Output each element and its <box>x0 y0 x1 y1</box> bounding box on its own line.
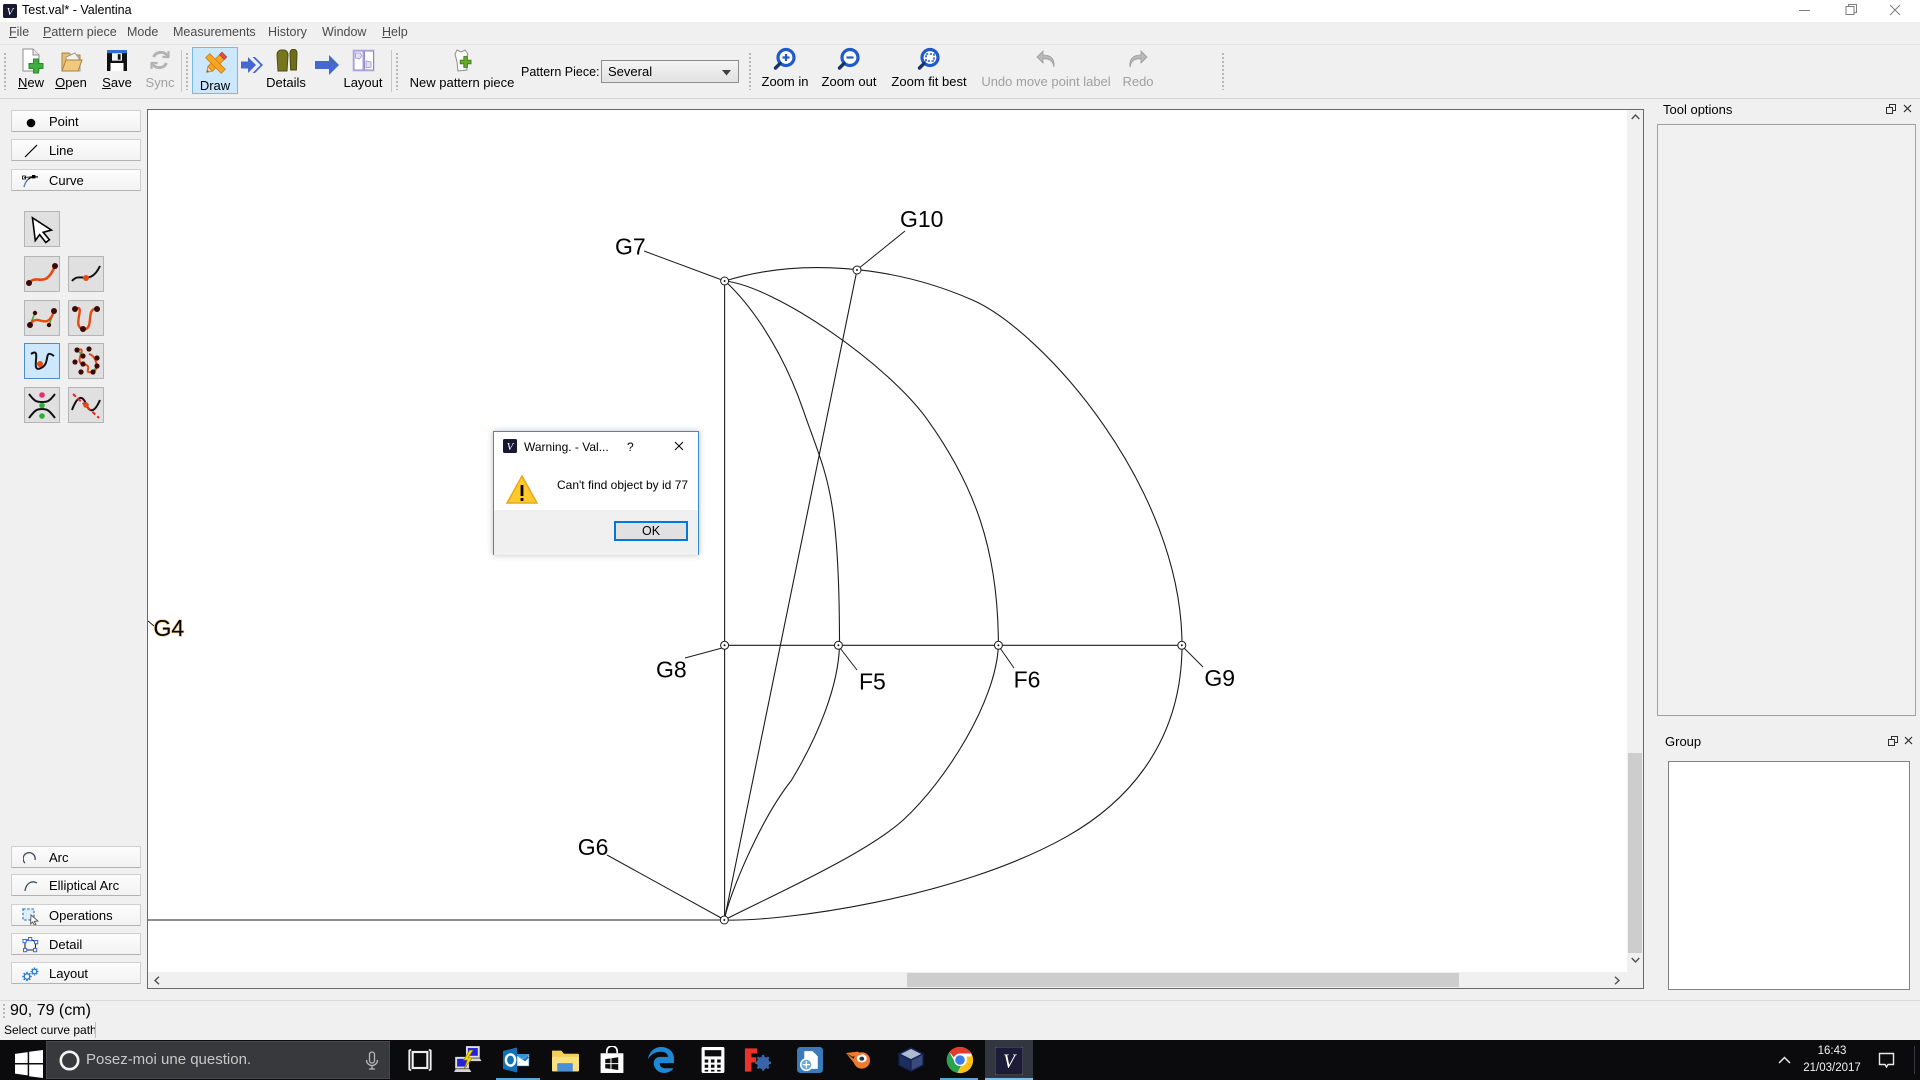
svg-text:G7: G7 <box>615 234 646 260</box>
svg-text:G9: G9 <box>1204 665 1235 691</box>
svg-text:G8: G8 <box>656 657 687 683</box>
svg-text:G10: G10 <box>900 206 943 232</box>
svg-text:V: V <box>1003 1051 1017 1073</box>
svg-text:F5: F5 <box>859 668 886 694</box>
svg-text:G4: G4 <box>154 615 185 641</box>
svg-text:F6: F6 <box>1014 667 1041 693</box>
svg-text:G6: G6 <box>578 834 609 860</box>
